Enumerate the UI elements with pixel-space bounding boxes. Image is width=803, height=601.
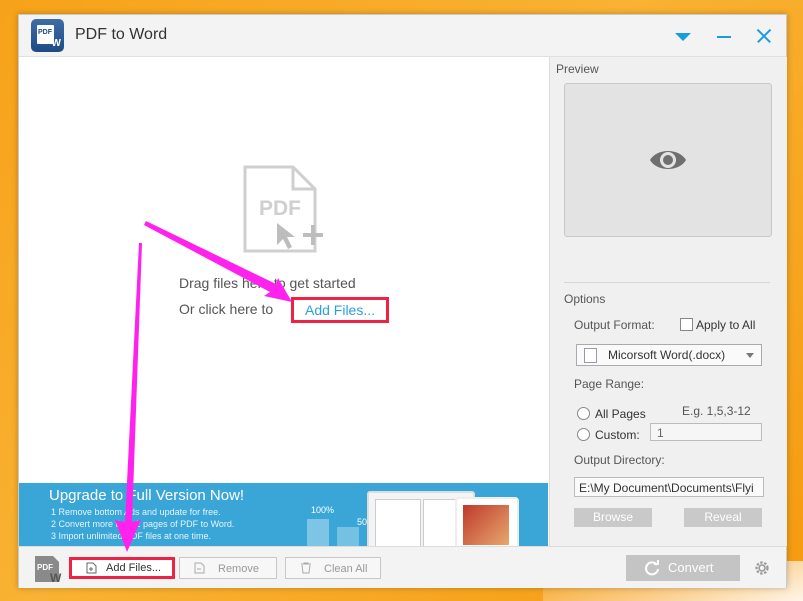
chevron-down-icon (746, 353, 754, 358)
refresh-icon (645, 560, 659, 576)
reveal-button[interactable]: Reveal (684, 508, 762, 527)
bottom-logo-mark: W (50, 571, 62, 584)
add-files-link[interactable]: Add Files... (291, 297, 389, 323)
page-range-label: Page Range: (574, 377, 645, 391)
close-icon[interactable] (751, 23, 777, 49)
custom-radio[interactable] (577, 428, 590, 441)
title-bar: PDF W PDF to Word (19, 15, 786, 57)
options-label: Options (564, 292, 606, 306)
output-directory-label: Output Directory: (574, 453, 665, 467)
banner-line-2: 2 Convert more than 2 pages of PDF to Wo… (51, 519, 235, 529)
click-hint-text: Or click here to (179, 301, 274, 317)
app-window: PDF W PDF to Word PDF Drag files here to… (18, 14, 787, 588)
banner-title: Upgrade to Full Version Now! (49, 487, 245, 504)
window-title: PDF to Word (75, 26, 168, 43)
remove-button[interactable]: Remove (179, 557, 277, 579)
bottom-toolbar: PDF W Add Files... Remove Clean All Conv… (19, 546, 786, 588)
remove-label: Remove (218, 563, 259, 575)
pdf-icon-text: PDF (259, 197, 301, 220)
app-logo-mark: W (51, 38, 61, 49)
browse-button[interactable]: Browse (574, 508, 652, 527)
pdf-to-word-logo-icon: PDF W (35, 556, 62, 584)
clean-all-label: Clean All (324, 563, 368, 575)
output-format-value: Micorsoft Word(.docx) (608, 348, 726, 362)
file-drop-zone[interactable]: PDF Drag files here to get started Or cl… (19, 57, 548, 483)
add-file-icon (86, 562, 97, 574)
output-format-label: Output Format: (574, 318, 655, 332)
apply-to-all-checkbox[interactable] (680, 318, 693, 331)
minimize-icon[interactable] (711, 23, 737, 49)
all-pages-radio[interactable] (577, 407, 590, 420)
remove-file-icon (194, 562, 205, 574)
trash-icon (301, 562, 311, 574)
banner-percent-label: 50 (357, 517, 368, 527)
apply-to-all-label: Apply to All (696, 318, 756, 332)
custom-range-input[interactable]: 1 (650, 423, 762, 441)
app-logo-text: PDF (38, 29, 52, 36)
app-logo: PDF W (31, 19, 64, 52)
preview-box (564, 83, 772, 237)
upgrade-banner[interactable]: Upgrade to Full Version Now! 1 Remove bo… (19, 483, 548, 546)
banner-line-3: 3 Import unlimited PDF files at one time… (51, 531, 212, 541)
preview-label: Preview (556, 62, 599, 76)
clean-all-button[interactable]: Clean All (285, 557, 381, 579)
page-range-example: E.g. 1,5,3-12 (682, 404, 751, 418)
word-doc-icon (584, 348, 597, 363)
custom-label: Custom: (595, 428, 640, 442)
add-files-button[interactable]: Add Files... (69, 557, 175, 579)
banner-line-1: 1 Remove bottom Ads and update for free. (51, 507, 221, 517)
banner-graphic-bar (337, 527, 359, 546)
pdf-file-icon: PDF (243, 165, 323, 253)
options-panel: Preview Options Output Format: Apply to … (549, 57, 787, 546)
banner-percent-label: 100% (311, 505, 335, 515)
divider (564, 282, 770, 283)
banner-tablet-image (455, 497, 519, 546)
drag-hint-text: Drag files here to get started (179, 275, 356, 291)
convert-button[interactable]: Convert (626, 555, 740, 581)
banner-graphic-bar (307, 519, 329, 546)
add-files-label: Add Files... (106, 562, 162, 574)
gear-icon[interactable] (753, 559, 771, 577)
all-pages-label: All Pages (595, 407, 646, 421)
output-format-select[interactable]: Micorsoft Word(.docx) (576, 344, 762, 366)
output-directory-input[interactable]: E:\My Document\Documents\Flyi (574, 477, 764, 497)
menu-dropdown-icon[interactable] (671, 23, 697, 49)
eye-icon (650, 151, 686, 169)
convert-label: Convert (668, 560, 714, 575)
